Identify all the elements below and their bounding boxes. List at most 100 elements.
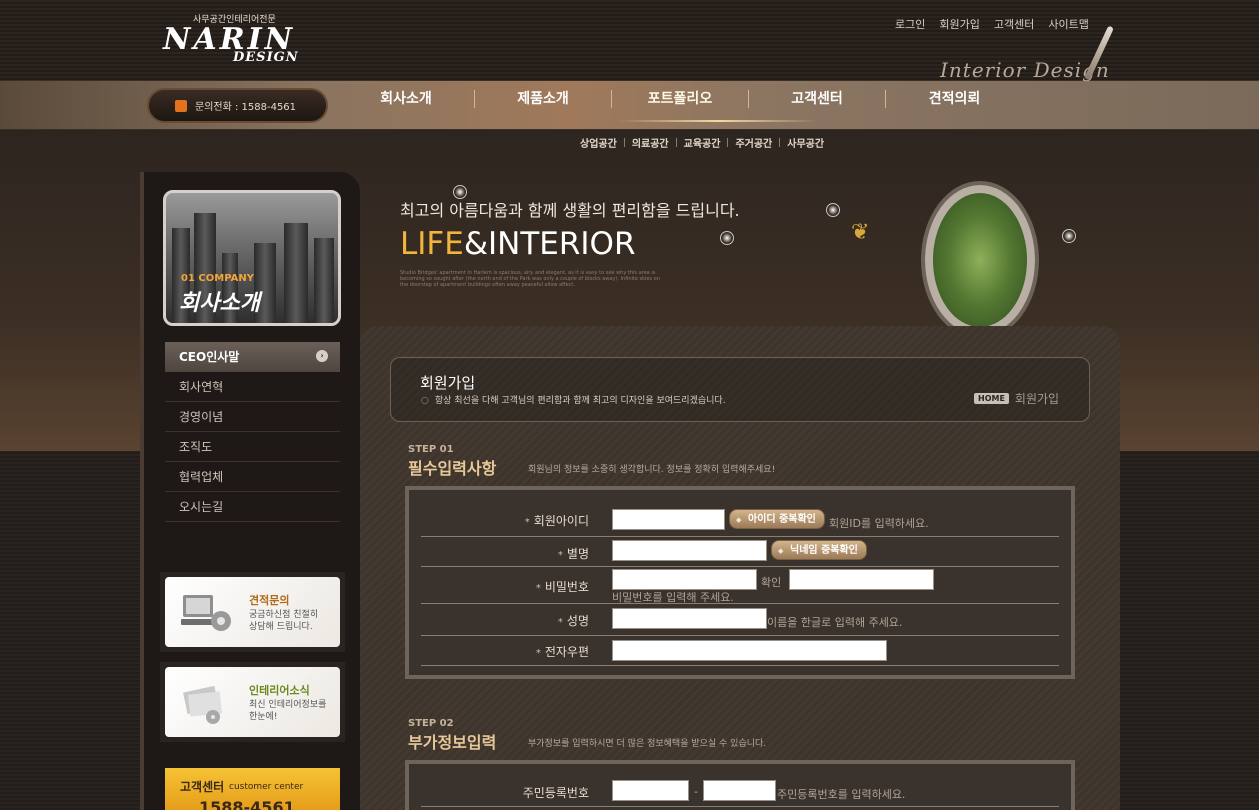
page-title-box: 회원가입 ○ 항상 최선을 다해 고객님의 편리함과 함께 최고의 디자인을 보여…: [390, 357, 1090, 422]
step-description: 회원님의 정보를 소중히 생각합니다. 정보를 정확히 입력해주세요!: [528, 465, 776, 475]
name-label-text: 성명: [566, 614, 589, 628]
password-input[interactable]: [612, 569, 757, 590]
nav-products[interactable]: 제품소개: [475, 90, 612, 108]
breadcrumb-current: 회원가입: [1014, 392, 1060, 406]
nav-company[interactable]: 회사소개: [338, 90, 475, 108]
banner-subtitle: customer center: [229, 782, 304, 792]
password-hint: 비밀번호를 입력해 주세요.: [612, 591, 734, 604]
sitemap-link[interactable]: 사이트맵: [1048, 16, 1088, 32]
subnav-medical[interactable]: 의료공간: [632, 135, 669, 150]
sidebar-item-philosophy[interactable]: 경영이념: [165, 402, 340, 432]
step1-heading: STEP 01 필수입력사항: [408, 444, 496, 479]
password-confirm-input[interactable]: [789, 569, 934, 590]
building-shape: [284, 223, 308, 323]
check-id-button[interactable]: 아이디 중복확인: [729, 509, 825, 530]
rrn-label: 주민등록번호: [522, 786, 589, 800]
headline-rest: &INTERIOR: [463, 226, 636, 262]
visual-slogan: 최고의 아름다움과 함께 생활의 편리함을 드립니다.: [400, 201, 740, 220]
phone-contact-badge: 문의전화 : 1588-4561: [147, 88, 328, 123]
sparkle-icon: [826, 203, 840, 217]
id-hint: 회원ID를 입력하세요.: [829, 517, 929, 530]
password-label: * 비밀번호: [536, 578, 589, 595]
subnav-divider: [675, 138, 677, 147]
rrn-second-input[interactable]: [703, 780, 776, 801]
sparkle-icon: [1062, 229, 1076, 243]
phone-icon: [175, 99, 187, 112]
building-shape: [314, 238, 334, 323]
form-row-email: * 전자우편: [421, 636, 1059, 666]
subnav-divider: [623, 138, 625, 147]
subnav-office[interactable]: 사무공간: [787, 135, 824, 150]
nickname-label: * 별명: [558, 545, 589, 562]
nav-customer-center[interactable]: 고객센터: [749, 90, 886, 108]
step-title: 부가정보입력: [408, 733, 497, 752]
banner-title: 고객센터: [180, 780, 225, 794]
news-banner-frame: 인테리어소식 최신 인테리어정보를 한눈에!: [160, 662, 345, 742]
sidebar-item-partners[interactable]: 협력업체: [165, 462, 340, 492]
email-input[interactable]: [612, 640, 887, 661]
password-label-text: 비밀번호: [544, 580, 589, 594]
sidebar-item-organization[interactable]: 조직도: [165, 432, 340, 462]
email-label: * 전자우편: [536, 643, 589, 660]
nav-portfolio[interactable]: 포트폴리오: [612, 90, 749, 108]
sub-navigation: 상업공간 의료공간 교육공간 주거공간 사무공간: [580, 135, 824, 150]
sparkle-icon: [453, 185, 467, 199]
sidebar-item-history[interactable]: 회사연혁: [165, 372, 340, 402]
banner-title: 인테리어소식: [249, 684, 310, 697]
subnav-commercial[interactable]: 상업공간: [580, 135, 617, 150]
rrn-first-input[interactable]: [612, 780, 689, 801]
subnav-education[interactable]: 교육공간: [684, 135, 721, 150]
breadcrumb-home[interactable]: HOME: [974, 393, 1009, 404]
step-title: 필수입력사항: [408, 459, 497, 478]
sidebar-menu: CEO인사말 › 회사연혁 경영이념 조직도 협력업체 오시는길: [165, 342, 340, 522]
estimate-banner[interactable]: 견적문의 궁금하신점 친절히 상담해 드립니다.: [165, 577, 340, 647]
join-link[interactable]: 회원가입: [939, 16, 979, 32]
bullet-icon: ○: [421, 396, 429, 406]
ornamental-mirror-image: [925, 185, 1035, 335]
page-description-text: 항상 최선을 다해 고객님의 편리함과 함께 최고의 디자인을 보여드리겠습니다…: [434, 396, 726, 406]
sidebar-item-ceo[interactable]: CEO인사말 ›: [165, 342, 340, 372]
customer-center-banner[interactable]: 고객센터 customer center 1588-4561: [165, 768, 340, 810]
nav-active-indicator: [618, 120, 818, 122]
customer-center-link[interactable]: 고객센터: [994, 16, 1034, 32]
form-row-name: * 성명 이름을 한글로 입력해 주세요.: [421, 604, 1059, 636]
required-info-form: *회원아이디 아이디 중복확인 회원ID를 입력하세요. *별명 닉네임 중복확…: [405, 486, 1075, 679]
documents-icon: [183, 685, 223, 724]
banner-description: 궁금하신점 친절히 상담해 드립니다.: [249, 610, 319, 632]
login-link[interactable]: 로그인: [895, 16, 925, 32]
step-number: STEP 01: [408, 444, 454, 455]
name-input[interactable]: [612, 608, 767, 629]
visual-fine-print: Studio Bridges' apartment in Harlem is s…: [400, 270, 660, 288]
section-title-label: 회사소개: [179, 291, 260, 316]
interior-design-script: Interior Design: [940, 58, 1110, 82]
name-hint: 이름을 한글로 입력해 주세요.: [767, 616, 903, 629]
subnav-divider: [779, 138, 781, 147]
company-section-image: 01 COMPANY 회사소개: [163, 190, 341, 326]
subnav-residential[interactable]: 주거공간: [735, 135, 772, 150]
banner-description: 최신 인테리어정보를 한눈에!: [249, 700, 327, 722]
main-navigation: 회사소개 제품소개 포트폴리오 고객센터 견적의뢰: [338, 90, 1023, 108]
banner-phone-number: 1588-4561: [199, 798, 295, 810]
step-description: 부가정보를 입력하시면 더 많은 정보혜택을 받으실 수 있습니다.: [528, 739, 767, 749]
interior-news-banner[interactable]: 인테리어소식 최신 인테리어정보를 한눈에!: [165, 667, 340, 737]
logo-design-text: DESIGN: [233, 50, 299, 65]
breadcrumb: HOME 회원가입: [974, 390, 1059, 407]
check-nickname-button[interactable]: 닉네임 중복확인: [771, 540, 867, 561]
form-row-password: * 비밀번호 확인 비밀번호를 입력해 주세요.: [421, 567, 1059, 604]
required-mark: *: [535, 648, 541, 659]
member-id-input[interactable]: [612, 509, 725, 530]
password-confirm-label: 확인: [761, 576, 782, 589]
site-logo[interactable]: 사무공간인테리어전문 NARIN DESIGN: [163, 12, 303, 70]
id-label: * 회원아이디: [525, 512, 589, 529]
chevron-right-icon: ›: [316, 350, 328, 362]
name-label: * 성명: [558, 612, 589, 629]
rrn-dash: -: [694, 785, 698, 798]
nav-estimate[interactable]: 견적의뢰: [886, 90, 1023, 108]
page-title: 회원가입: [420, 374, 476, 392]
visual-headline: LIFE&INTERIOR: [400, 226, 636, 262]
required-mark: *: [524, 517, 530, 528]
phone-label: 문의전화 : 1588-4561: [195, 102, 297, 113]
sidebar-item-directions[interactable]: 오시는길: [165, 492, 340, 522]
banner-title: 견적문의: [249, 594, 290, 607]
nickname-input[interactable]: [612, 540, 767, 561]
